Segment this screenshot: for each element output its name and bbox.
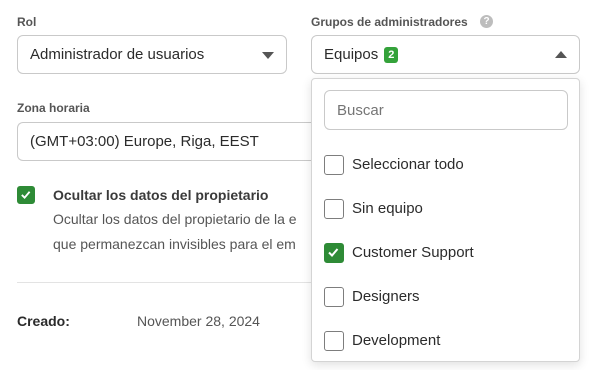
hide-owner-description-line2: que permanezcan invisibles para el em [53,236,296,252]
option-select-all[interactable]: Seleccionar todo [324,150,568,180]
hide-owner-description-line1: Ocultar los datos del propietario de la … [53,211,297,227]
timezone-select[interactable]: (GMT+03:00) Europe, Riga, EEST [17,122,327,161]
role-label: Rol [17,15,37,29]
selected-count-badge: 2 [384,46,399,63]
option-sin-equipo[interactable]: Sin equipo [324,194,568,224]
role-select[interactable]: Administrador de usuarios [17,35,287,74]
option-checkbox[interactable] [324,331,344,351]
section-divider [17,282,311,283]
created-date: November 28, 2024 [137,313,260,329]
admin-groups-select-value: Equipos [324,46,379,63]
option-checkbox[interactable] [324,199,344,219]
checkmark-icon [328,248,339,257]
option-customer-support[interactable]: Customer Support [324,238,568,268]
admin-groups-label: Grupos de administradores [311,15,468,29]
option-checkbox[interactable] [324,155,344,175]
option-checkbox[interactable] [324,287,344,307]
option-designers[interactable]: Designers [324,282,568,312]
chevron-down-icon [262,51,274,59]
role-select-value: Administrador de usuarios [30,46,205,63]
search-input[interactable] [324,90,568,130]
checkmark-icon [21,191,31,200]
timezone-label: Zona horaria [17,101,90,115]
option-label: Development [352,332,441,349]
admin-groups-select[interactable]: Equipos 2 [311,35,580,74]
option-label: Designers [352,288,420,305]
option-development[interactable]: Development [324,326,568,356]
option-checkbox[interactable] [324,243,344,263]
option-label: Sin equipo [352,200,423,217]
hide-owner-checkbox[interactable] [17,186,35,204]
timezone-select-value: (GMT+03:00) Europe, Riga, EEST [30,133,259,150]
admin-groups-dropdown: Seleccionar todo Sin equipo Customer Sup… [311,78,580,362]
created-label: Creado: [17,313,70,329]
option-label: Customer Support [352,244,474,261]
chevron-up-icon [555,50,567,58]
hide-owner-title: Ocultar los datos del propietario [53,187,269,203]
help-icon[interactable]: ? [480,15,493,28]
option-label: Seleccionar todo [352,156,464,173]
